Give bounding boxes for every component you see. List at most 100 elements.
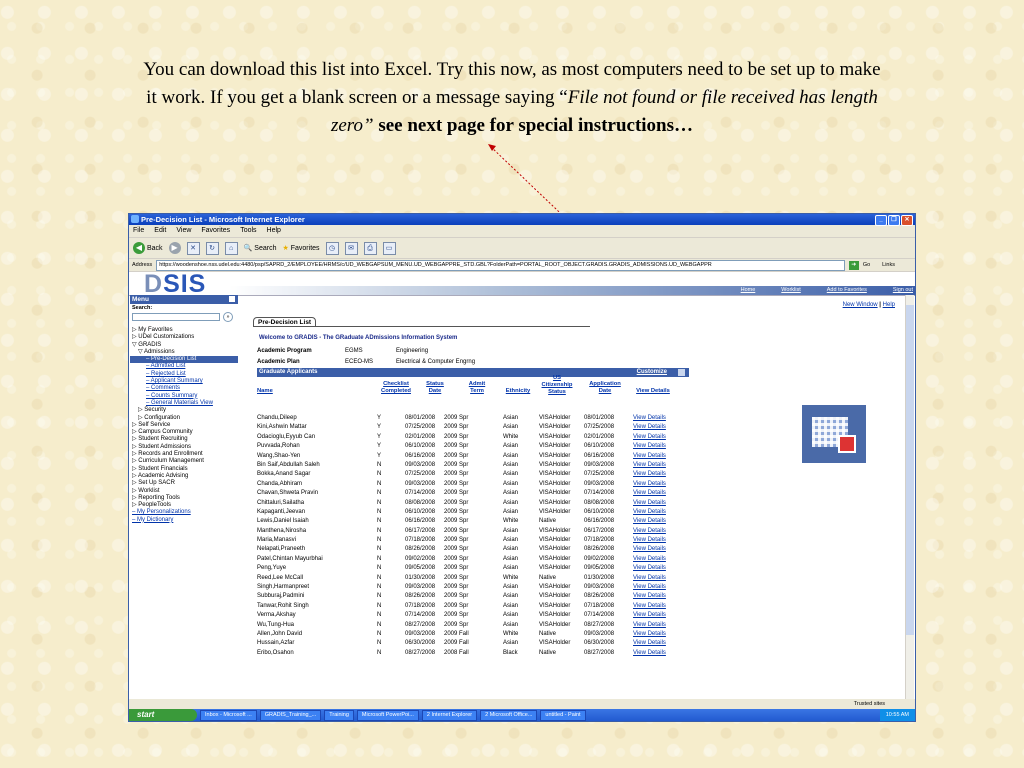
address-input[interactable]: https://woodenshoe.nss.udel.edu:4480/psp… [156,259,845,271]
sidebar-item[interactable]: – My Dictionary [130,517,238,524]
view-details-link[interactable]: View Details [633,433,666,442]
view-details-link[interactable]: View Details [633,602,666,611]
back-button[interactable]: ◀ Back [133,242,163,254]
sidebar-item[interactable]: ▷ My Favorites [130,327,238,334]
view-details-link[interactable]: View Details [633,545,666,554]
col-application-date[interactable]: Application Date [584,381,626,395]
sidebar-item[interactable]: – Comments [130,385,238,392]
history-icon[interactable]: ◷ [325,241,339,255]
view-details-link[interactable]: View Details [633,499,666,508]
task-internet-explorer[interactable]: 2 Internet Explorer [421,709,478,721]
view-details-link[interactable]: View Details [633,461,666,470]
sidebar-item[interactable]: – Applicant Summary [130,378,238,385]
view-details-link[interactable]: View Details [633,621,666,630]
view-details-link[interactable]: View Details [633,414,666,423]
vertical-scrollbar[interactable] [905,295,914,699]
view-details-link[interactable]: View Details [633,611,666,620]
go-arrow-icon[interactable]: ➜ [848,260,859,270]
nav-home[interactable]: Home [741,286,756,295]
sidebar-item[interactable]: ▷ Set Up SACR [130,480,238,487]
col-name[interactable]: Name [257,388,273,395]
mail-icon[interactable]: ✉ [344,241,358,255]
col-admit-term[interactable]: Admit Term [464,381,490,395]
menu-edit[interactable]: Edit [154,225,166,237]
folder-icon[interactable]: ▭ [382,241,396,255]
menu-view[interactable]: View [176,225,191,237]
col-status-date[interactable]: Status Date [421,381,449,395]
nav-worklist[interactable]: Worklist [781,286,800,295]
sidebar-item[interactable]: ▷ Academic Advising [130,473,238,480]
view-details-link[interactable]: View Details [633,639,666,648]
task-powerpoint[interactable]: Microsoft PowerPoi... [356,709,419,721]
view-details-link[interactable]: View Details [633,583,666,592]
menu-file[interactable]: File [133,225,144,237]
sidebar-item[interactable]: – Pre-Decision List [130,356,238,364]
view-details-link[interactable]: View Details [633,630,666,639]
restore-button[interactable]: ❐ [888,215,900,226]
view-details-link[interactable]: View Details [633,564,666,573]
nav-add-favorites[interactable]: Add to Favorites [827,286,867,295]
menu-help[interactable]: Help [267,225,281,237]
view-details-link[interactable]: View Details [633,574,666,583]
sidebar-item[interactable]: ▷ Reporting Tools [130,495,238,502]
sidebar-item[interactable]: ▽ Admissions [130,349,238,356]
task-gradis-training[interactable]: GRADIS_Training_... [259,709,322,721]
sidebar-item[interactable]: ▷ UDel Customizations [130,334,238,341]
view-details-link[interactable]: View Details [633,480,666,489]
task-ms-office[interactable]: 2 Microsoft Office... [480,709,538,721]
sidebar-item[interactable]: – General Materials View [130,400,238,407]
sidebar-item[interactable]: ▷ Student Admissions [130,444,238,451]
view-details-link[interactable]: View Details [633,452,666,461]
sidebar-item[interactable]: ▷ Self Service [130,422,238,429]
view-details-link[interactable]: View Details [633,470,666,479]
task-paint[interactable]: untitled - Paint [540,709,586,721]
sidebar-item[interactable]: – My Personalizations [130,509,238,516]
download-excel-icon[interactable] [678,369,685,376]
view-details-link[interactable]: View Details [633,649,666,658]
help-link[interactable]: Help [883,302,895,308]
sidebar-item[interactable]: – Admitted List [130,363,238,370]
new-window-link[interactable]: New Window [843,302,878,308]
view-details-link[interactable]: View Details [633,536,666,545]
menu-search-input[interactable] [132,313,220,321]
sidebar-item[interactable]: – Counts Summary [130,393,238,400]
customize-link[interactable]: Customize [637,368,667,377]
sidebar-item[interactable]: – Rejected List [130,371,238,378]
view-details-link[interactable]: View Details [633,489,666,498]
sidebar-item[interactable]: ▽ GRADIS [130,342,238,349]
sidebar-item[interactable]: ▷ Records and Enrollment [130,451,238,458]
minimize-menu-icon[interactable] [229,296,235,302]
view-details-link[interactable]: View Details [633,592,666,601]
menu-favorites[interactable]: Favorites [201,225,230,237]
col-ethnicity[interactable]: Ethnicity [501,388,535,395]
start-button[interactable]: start [129,709,197,721]
view-details-link[interactable]: View Details [633,508,666,517]
close-button[interactable]: ✕ [901,215,913,226]
search-button[interactable]: 🔍 Search [244,244,277,253]
view-details-link[interactable]: View Details [633,517,666,526]
sidebar-item[interactable]: ▷ PeopleTools [130,502,238,509]
forward-button[interactable]: ▶ [168,242,181,254]
sidebar-item[interactable]: ▷ Student Financials [130,466,238,473]
sidebar-item[interactable]: ▷ Curriculum Management [130,458,238,465]
menu-tools[interactable]: Tools [240,225,256,237]
sidebar-item[interactable]: ▷ Configuration [130,415,238,422]
nav-sign-out[interactable]: Sign out [893,286,913,295]
links-button[interactable]: Links [882,262,895,268]
view-details-link[interactable]: View Details [633,442,666,451]
print-icon[interactable]: ⎙ [363,241,377,255]
sidebar-item[interactable]: ▷ Campus Community [130,429,238,436]
refresh-icon[interactable]: ↻ [205,241,219,255]
col-checklist[interactable]: Checklist Completed [377,381,415,395]
task-training[interactable]: Training [324,709,354,721]
minimize-button[interactable]: _ [875,215,887,226]
go-button[interactable]: Go [863,262,870,268]
view-details-link[interactable]: View Details [633,423,666,432]
search-go-icon[interactable]: » [223,312,233,322]
sidebar-item[interactable]: ▷ Security [130,407,238,414]
view-details-link[interactable]: View Details [633,555,666,564]
sidebar-item[interactable]: ▷ Student Recruiting [130,436,238,443]
sidebar-item[interactable]: ▷ Worklist [130,488,238,495]
task-inbox[interactable]: Inbox - Microsoft ... [200,709,257,721]
home-icon[interactable]: ⌂ [224,241,238,255]
